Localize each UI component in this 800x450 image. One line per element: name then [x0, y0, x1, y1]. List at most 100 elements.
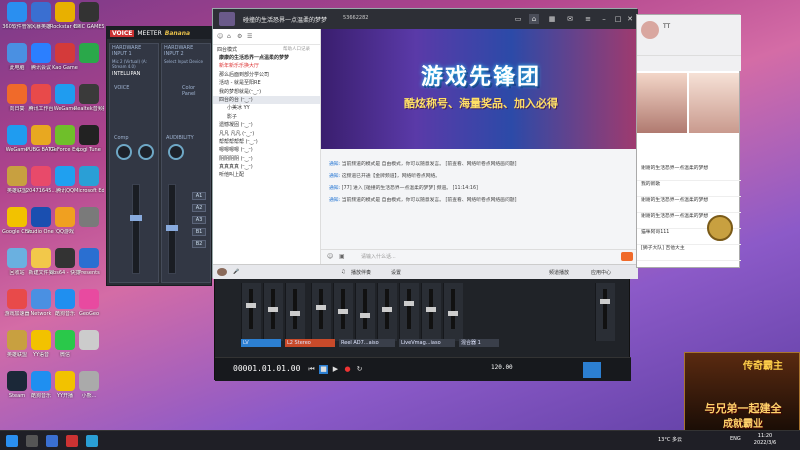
- accompaniment-button[interactable]: 播放伴奏: [351, 269, 371, 276]
- record-icon[interactable]: ●: [343, 365, 352, 374]
- channel-item[interactable]: 凡凡 凡凡 (ᵕ‿ᵕ): [213, 130, 320, 138]
- tempo-display[interactable]: 120.00: [491, 364, 513, 371]
- voicemeeter-titlebar[interactable]: VOICE MEETER Banana: [107, 27, 211, 39]
- taskbar-app-icon[interactable]: [46, 435, 58, 447]
- contact-item[interactable]: 谢谢的生活恐界一点温柔的梦想: [637, 197, 741, 213]
- yy-chat-window[interactable]: 碰撞的生活恐界一点温柔的梦梦 53662282 ▭ ⌂ ▦ ✉ ≡ – □ ✕ …: [212, 8, 638, 279]
- channel-item[interactable]: 那么后面到部分学公司: [213, 71, 320, 79]
- mixer-channel[interactable]: [285, 283, 305, 341]
- chat-input[interactable]: 请输入什么话...: [361, 253, 396, 260]
- chat-input-bar[interactable]: ☺ ▣ 请输入什么话...: [321, 249, 638, 263]
- contact-item[interactable]: [狮子大队] 吉他大主: [637, 245, 741, 261]
- desktop-shortcut[interactable]: [74, 330, 104, 352]
- user-icon[interactable]: ☺: [217, 33, 223, 40]
- desktop-shortcut[interactable]: Microsoft Edge: [74, 166, 104, 194]
- home-icon[interactable]: ⌂: [529, 14, 539, 24]
- mode-label[interactable]: 四台模式: [217, 46, 237, 53]
- gift-badge-icon[interactable]: [707, 215, 733, 241]
- settings-icon[interactable]: ⚙: [237, 33, 242, 40]
- channel-item[interactable]: 听他叫上配: [213, 171, 320, 179]
- channel-item[interactable]: 四台的台 (ᵕ‿ᵕ): [213, 95, 320, 105]
- mixer-channel[interactable]: [399, 283, 419, 341]
- strip1-device[interactable]: Mic 2 (Virtual) (A: Stream 4.0): [110, 58, 158, 70]
- rewind-icon[interactable]: ⏮: [307, 365, 316, 374]
- stop-icon[interactable]: ■: [319, 365, 328, 374]
- bus-a2-button[interactable]: A2: [192, 204, 206, 212]
- bus-b2-button[interactable]: B2: [192, 240, 206, 248]
- promo-banner[interactable]: 游戏先锋团 酷炫称号、海量奖品、加入必得: [321, 29, 638, 149]
- game-advertisement[interactable]: 传奇霸主 与兄弟一起建全 成就霸业: [684, 352, 800, 432]
- mixer-channel[interactable]: [377, 283, 397, 341]
- search-icon[interactable]: [26, 435, 38, 447]
- app-center-button[interactable]: 应用中心: [591, 269, 611, 276]
- start-icon[interactable]: [6, 435, 18, 447]
- photo-thumbnail[interactable]: [689, 73, 739, 133]
- taskbar-app-icon[interactable]: [66, 435, 78, 447]
- strip2-fader[interactable]: [166, 184, 178, 274]
- envelope-icon[interactable]: ✉: [565, 14, 575, 24]
- mixer-channel[interactable]: [421, 283, 441, 341]
- weather-text[interactable]: 13°C 多云: [658, 436, 682, 443]
- voicemeeter-window[interactable]: VOICE MEETER Banana HARDWARE INPUT 1 Mic…: [106, 26, 212, 286]
- daw-mixer-window[interactable]: LV L2 Stereo Reel AD7...aiso LiveVmag...…: [214, 276, 631, 381]
- channel-item[interactable]: 真真真真 (ᵕ‿ᵕ): [213, 163, 320, 171]
- desktop-shortcut[interactable]: EPIC GAMES: [74, 2, 104, 30]
- system-clock[interactable]: 11:20 2022/3/6: [750, 433, 780, 447]
- channel-item[interactable]: 新年新乐乐换大厅: [213, 62, 320, 70]
- mixer-channel[interactable]: [241, 283, 261, 341]
- settings-button[interactable]: 设置: [391, 269, 401, 276]
- gate-knob[interactable]: [138, 144, 154, 160]
- desktop-shortcut[interactable]: GeoGeo: [74, 289, 104, 317]
- play-icon[interactable]: ▶: [331, 365, 340, 374]
- channel-item[interactable]: 阴阴阴阴 (ᵕ‿ᵕ): [213, 155, 320, 163]
- channel-item[interactable]: 嗯嗯嗯嗯 (ᵕ‿ᵕ): [213, 146, 320, 154]
- desktop-shortcut[interactable]: Logi Tune: [74, 125, 104, 153]
- desktop-shortcut[interactable]: 小熊...: [74, 371, 104, 399]
- desktop-shortcut[interactable]: [74, 207, 104, 229]
- mixer-channel-main[interactable]: [595, 283, 615, 341]
- mixer-channel[interactable]: [355, 283, 375, 341]
- mic-icon[interactable]: 🎤: [233, 269, 239, 275]
- strip2-device[interactable]: Select Input Device: [162, 58, 210, 65]
- minimize-icon[interactable]: –: [599, 14, 609, 24]
- comp-knob[interactable]: [116, 144, 132, 160]
- send-button[interactable]: [621, 252, 633, 261]
- self-avatar[interactable]: [217, 268, 227, 276]
- channel-item[interactable]: 我的梦想就是(ᵕ‿ᵕ): [213, 88, 320, 96]
- mixer-channel[interactable]: [311, 283, 331, 341]
- desktop-shortcut[interactable]: Realtek音频控制台: [74, 84, 104, 112]
- screen-icon[interactable]: ▭: [513, 14, 523, 24]
- music-icon[interactable]: ♫: [341, 269, 345, 275]
- menu-icon[interactable]: ≡: [583, 14, 593, 24]
- channel-item[interactable]: 康康的生活恐界一点温柔的梦梦: [213, 54, 320, 62]
- channel-item[interactable]: 活动 - 就是至阳RE: [213, 79, 320, 87]
- image-icon[interactable]: ▣: [339, 253, 345, 260]
- list-icon[interactable]: ☰: [247, 33, 252, 40]
- channel-item[interactable]: 遗憾凝固 (ᵕ‿ᵕ): [213, 121, 320, 129]
- contact-item[interactable]: 我的新歌: [637, 181, 741, 197]
- channel-item[interactable]: 小美冰 YY: [213, 104, 320, 112]
- emoji-icon[interactable]: ☺: [327, 253, 333, 260]
- profile-avatar[interactable]: [641, 21, 659, 39]
- bus-b1-button[interactable]: B1: [192, 228, 206, 236]
- contacts-panel[interactable]: TT 谢谢的生活恐界一点温柔的梦想 我的新歌 谢谢的生活恐界一点温柔的梦想 谢谢的生活…: [636, 14, 741, 268]
- contacts-tabs[interactable]: [637, 55, 741, 69]
- chat-titlebar[interactable]: 碰撞的生活恐界一点温柔的梦梦 53662282 ▭ ⌂ ▦ ✉ ≡ – □ ✕: [213, 9, 638, 29]
- taskbar-app-icon[interactable]: [86, 435, 98, 447]
- desktop-shortcut[interactable]: Presents: [74, 248, 104, 276]
- strip1-fader[interactable]: [130, 184, 142, 274]
- channel-item[interactable]: 帮帮帮帮帮 (ᵕ‿ᵕ): [213, 138, 320, 146]
- photo-thumbnail[interactable]: [637, 73, 687, 133]
- grid-icon[interactable]: ▦: [547, 14, 557, 24]
- bus-a3-button[interactable]: A3: [192, 216, 206, 224]
- help-link[interactable]: 帮助人口记录: [283, 46, 310, 52]
- channel-play-button[interactable]: 频道播放: [549, 269, 569, 276]
- mixer-channel[interactable]: [263, 283, 283, 341]
- desktop-shortcut[interactable]: [74, 43, 104, 65]
- contact-item[interactable]: 谢谢的生活恐界一点温柔的梦想: [637, 165, 741, 181]
- maximize-icon[interactable]: □: [613, 14, 623, 24]
- loop-icon[interactable]: ↻: [355, 365, 364, 374]
- channel-item[interactable]: 影子: [213, 113, 320, 121]
- language-indicator[interactable]: ENG: [730, 436, 741, 442]
- home-small-icon[interactable]: ⌂: [227, 33, 231, 40]
